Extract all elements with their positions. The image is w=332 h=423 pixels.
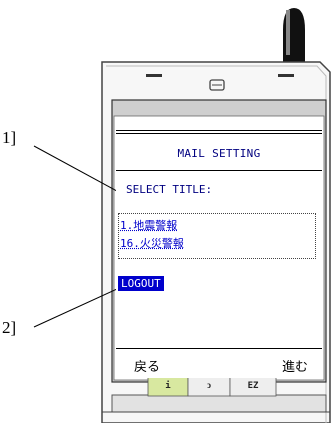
callout-1-label: 1] <box>2 128 17 147</box>
antenna-highlight <box>286 10 290 55</box>
key-c-button[interactable]: ↄ <box>188 376 230 396</box>
speaker-left-slot <box>146 74 162 77</box>
divider-top-2 <box>116 133 322 134</box>
speaker-right-slot <box>278 74 294 77</box>
phone-screen: MAIL SETTING SELECT TITLE: 1.地震警報 16.火災警… <box>116 120 322 378</box>
softkey-forward[interactable]: 進む <box>282 356 308 375</box>
divider-top-1 <box>116 130 322 131</box>
key-plate <box>111 394 327 413</box>
option-fire-alert[interactable]: 16.火災警報 <box>120 235 184 251</box>
divider-title-bottom <box>116 170 322 171</box>
divider-softkeys <box>116 348 322 349</box>
softkey-back[interactable]: 戻る <box>134 356 160 375</box>
option-earthquake-alert[interactable]: 1.地震警報 <box>120 217 177 233</box>
phone-figure: 1] 2] MAIL SETTING SELECT TITLE: 1.地震警報 … <box>0 0 332 423</box>
page-title: MAIL SETTING <box>177 147 261 160</box>
key-ez-button[interactable]: EZ <box>230 376 276 396</box>
key-i-button[interactable]: i <box>148 376 188 396</box>
callout-2-label: 2] <box>2 318 17 337</box>
select-prompt: SELECT TITLE: <box>126 183 213 196</box>
logout-link[interactable]: LOGOUT <box>118 276 164 291</box>
